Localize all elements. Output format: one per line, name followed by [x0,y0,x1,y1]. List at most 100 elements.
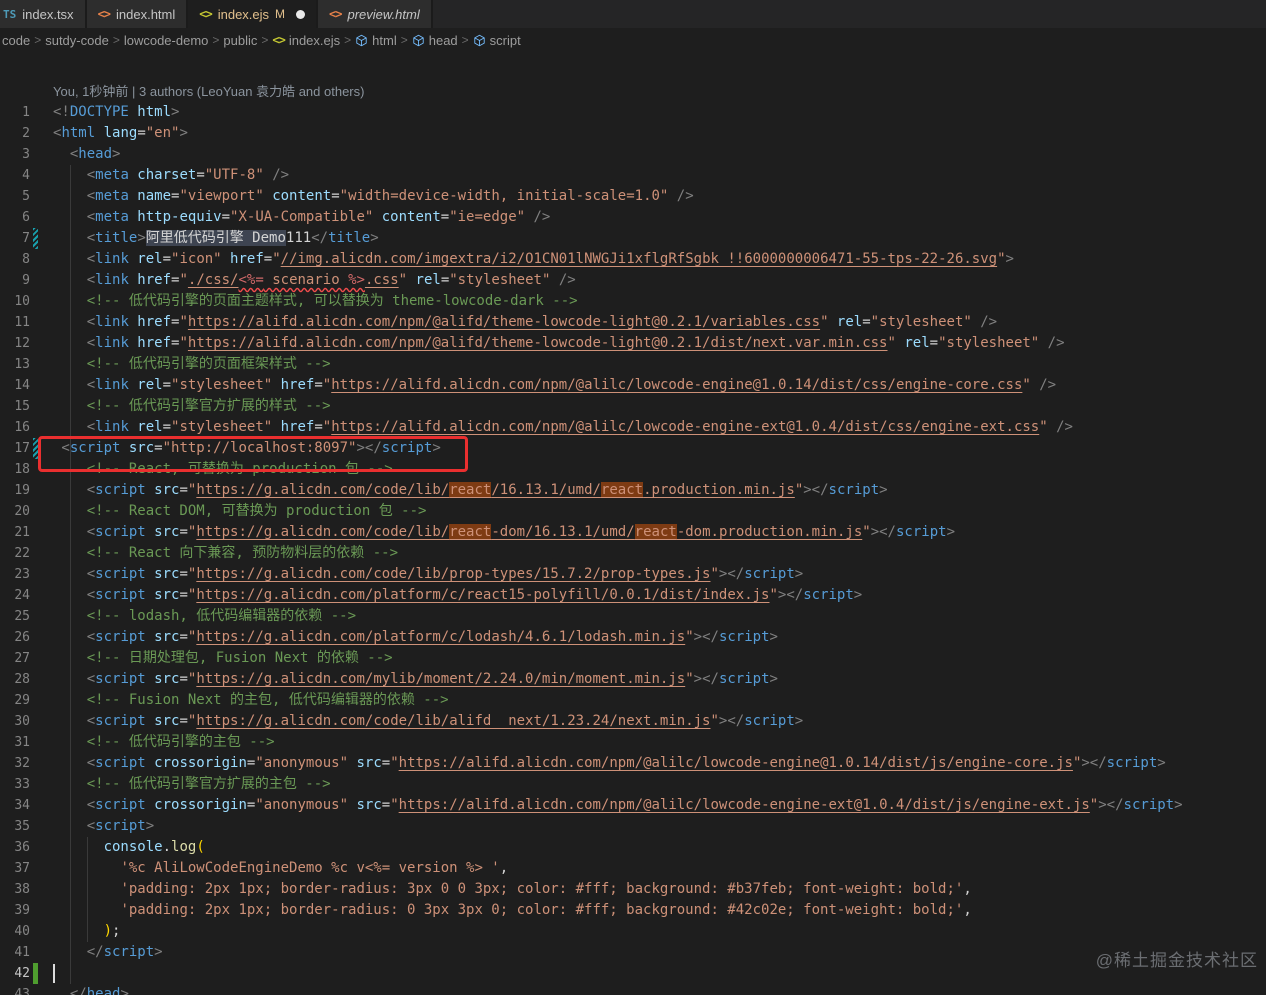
code-line[interactable]: 35 <script> [0,816,1266,837]
code-line[interactable]: 9 <link href="./css/<%= scenario %>.css"… [0,270,1266,291]
line-number[interactable]: 4 [0,165,30,186]
code-line[interactable]: 33 <!-- 低代码引擎官方扩展的主包 --> [0,774,1266,795]
code-line[interactable]: 20 <!-- React DOM, 可替换为 production 包 --> [0,501,1266,522]
breadcrumb-item-head[interactable]: head [412,33,458,48]
code-line[interactable]: 32 <script crossorigin="anonymous" src="… [0,753,1266,774]
line-number[interactable]: 32 [0,753,30,774]
code-line[interactable]: 19 <script src="https://g.alicdn.com/cod… [0,480,1266,501]
code-line[interactable]: 39 'padding: 2px 1px; border-radius: 0 3… [0,900,1266,921]
code-line[interactable]: 42 [0,963,1266,984]
line-number[interactable]: 22 [0,543,30,564]
code-line[interactable]: 41 </script> [0,942,1266,963]
code-line[interactable]: 22 <!-- React 向下兼容, 预防物料层的依赖 --> [0,543,1266,564]
line-number[interactable]: 37 [0,858,30,879]
line-number[interactable]: 8 [0,249,30,270]
code-line[interactable]: 27 <!-- 日期处理包, Fusion Next 的依赖 --> [0,648,1266,669]
line-number[interactable]: 27 [0,648,30,669]
code-line[interactable]: 18 <!-- React, 可替换为 production 包 --> [0,459,1266,480]
code-line[interactable]: 3 <head> [0,144,1266,165]
line-number[interactable]: 23 [0,564,30,585]
breadcrumb-item-lowcode-demo[interactable]: lowcode-demo [124,33,209,48]
line-number[interactable]: 31 [0,732,30,753]
line-number[interactable]: 20 [0,501,30,522]
code-line[interactable]: 21 <script src="https://g.alicdn.com/cod… [0,522,1266,543]
code-line[interactable]: 23 <script src="https://g.alicdn.com/cod… [0,564,1266,585]
breadcrumb-item-public[interactable]: public [223,33,257,48]
tab-index.html[interactable]: <> index.html [86,0,189,28]
line-number[interactable]: 39 [0,900,30,921]
line-number[interactable]: 40 [0,921,30,942]
line-number[interactable]: 30 [0,711,30,732]
line-number[interactable]: 24 [0,585,30,606]
line-number[interactable]: 10 [0,291,30,312]
line-number[interactable]: 15 [0,396,30,417]
code-line[interactable]: 6 <meta http-equiv="X-UA-Compatible" con… [0,207,1266,228]
breadcrumb-item-script[interactable]: script [473,33,521,48]
line-number[interactable]: 41 [0,942,30,963]
code-line[interactable]: 5 <meta name="viewport" content="width=d… [0,186,1266,207]
code-line[interactable]: 38 'padding: 2px 1px; border-radius: 3px… [0,879,1266,900]
breadcrumb-item-code[interactable]: code [2,33,30,48]
line-number[interactable]: 1 [0,102,30,123]
code-line[interactable]: 24 <script src="https://g.alicdn.com/pla… [0,585,1266,606]
tab-index.tsx[interactable]: TS index.tsx [0,0,87,28]
line-number[interactable]: 16 [0,417,30,438]
line-number[interactable]: 2 [0,123,30,144]
code-line[interactable]: 26 <script src="https://g.alicdn.com/pla… [0,627,1266,648]
line-number[interactable]: 14 [0,375,30,396]
line-number[interactable]: 29 [0,690,30,711]
code-line[interactable]: 43 </head> [0,984,1266,995]
unsaved-dot-icon[interactable] [296,9,306,19]
code-line[interactable]: 15 <!-- 低代码引擎官方扩展的样式 --> [0,396,1266,417]
code-line[interactable]: 40 ); [0,921,1266,942]
line-number[interactable]: 17 [0,438,30,459]
code-line[interactable]: 30 <script src="https://g.alicdn.com/cod… [0,711,1266,732]
line-number[interactable]: 35 [0,816,30,837]
code-line[interactable]: 4 <meta charset="UTF-8" /> [0,165,1266,186]
line-number[interactable]: 33 [0,774,30,795]
code-line[interactable]: 28 <script src="https://g.alicdn.com/myl… [0,669,1266,690]
code-line[interactable]: 10 <!-- 低代码引擎的页面主题样式, 可以替换为 theme-lowcod… [0,291,1266,312]
breadcrumb-item-index.ejs[interactable]: <> index.ejs [272,33,340,48]
line-number[interactable]: 36 [0,837,30,858]
code-line[interactable]: 34 <script crossorigin="anonymous" src="… [0,795,1266,816]
code-line[interactable]: 14 <link rel="stylesheet" href="https://… [0,375,1266,396]
code-editor[interactable]: You, 1秒钟前 | 3 authors (LeoYuan 袁力皓 and o… [0,52,1266,995]
code-line[interactable]: 17 <script src="http://localhost:8097"><… [0,438,1266,459]
line-number[interactable]: 13 [0,354,30,375]
code-line[interactable]: 36 console.log( [0,837,1266,858]
line-number[interactable]: 21 [0,522,30,543]
code-line[interactable]: 25 <!-- lodash, 低代码编辑器的依赖 --> [0,606,1266,627]
line-number[interactable]: 18 [0,459,30,480]
breadcrumb-item-sutdy-code[interactable]: sutdy-code [45,33,109,48]
code-line[interactable]: 29 <!-- Fusion Next 的主包, 低代码编辑器的依赖 --> [0,690,1266,711]
tab-preview.html[interactable]: <> preview.html [318,0,433,28]
line-number[interactable]: 26 [0,627,30,648]
line-number[interactable]: 34 [0,795,30,816]
code-line[interactable]: 2 <html lang="en"> [0,123,1266,144]
code-line[interactable]: 7 <title>阿里低代码引擎 Demo111</title> [0,228,1266,249]
code-line[interactable]: 8 <link rel="icon" href="//img.alicdn.co… [0,249,1266,270]
code-line[interactable]: 12 <link href="https://alifd.alicdn.com/… [0,333,1266,354]
line-number[interactable]: 38 [0,879,30,900]
line-number[interactable]: 11 [0,312,30,333]
code-line[interactable]: 31 <!-- 低代码引擎的主包 --> [0,732,1266,753]
line-number[interactable]: 6 [0,207,30,228]
code-line[interactable]: 11 <link href="https://alifd.alicdn.com/… [0,312,1266,333]
code-line[interactable]: 16 <link rel="stylesheet" href="https://… [0,417,1266,438]
line-number[interactable]: 43 [0,984,30,995]
line-number[interactable]: 19 [0,480,30,501]
tab-index.ejs[interactable]: <> index.ejs M [188,0,319,28]
line-number[interactable]: 12 [0,333,30,354]
line-number[interactable]: 5 [0,186,30,207]
line-number[interactable]: 25 [0,606,30,627]
line-number[interactable]: 3 [0,144,30,165]
line-number[interactable]: 42 [0,963,30,984]
code-line[interactable]: 13 <!-- 低代码引擎的页面框架样式 --> [0,354,1266,375]
code-line[interactable]: 1 <!DOCTYPE html> [0,102,1266,123]
line-number[interactable]: 28 [0,669,30,690]
code-line[interactable]: 37 '%c AliLowCodeEngineDemo %c v<%= vers… [0,858,1266,879]
line-number[interactable]: 9 [0,270,30,291]
breadcrumb-item-html[interactable]: html [355,33,397,48]
line-number[interactable]: 7 [0,228,30,249]
